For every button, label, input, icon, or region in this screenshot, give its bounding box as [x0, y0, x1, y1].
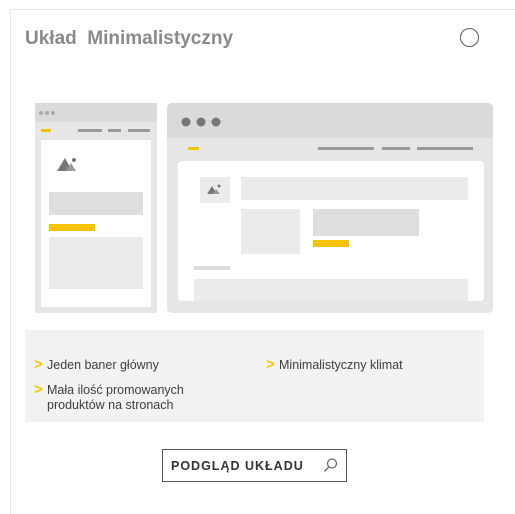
feature-item: > Mała ilość promowanych produktów na st… [34, 381, 184, 412]
chevron-right-icon: > [34, 381, 43, 398]
preview-layout-button[interactable]: PODGLĄD UKŁADU [162, 449, 347, 482]
feature-item: > Minimalistyczny klimat [266, 356, 403, 373]
desktop-mockup [167, 103, 493, 313]
search-icon [324, 458, 338, 472]
feature-item: > Jeden baner główny [34, 356, 159, 373]
chevron-right-icon: > [266, 356, 275, 373]
mobile-mockup [35, 103, 157, 313]
chevron-right-icon: > [34, 356, 43, 373]
features-panel: > Jeden baner główny > Minimalistyczny k… [25, 330, 484, 422]
layout-illustration [35, 103, 493, 313]
